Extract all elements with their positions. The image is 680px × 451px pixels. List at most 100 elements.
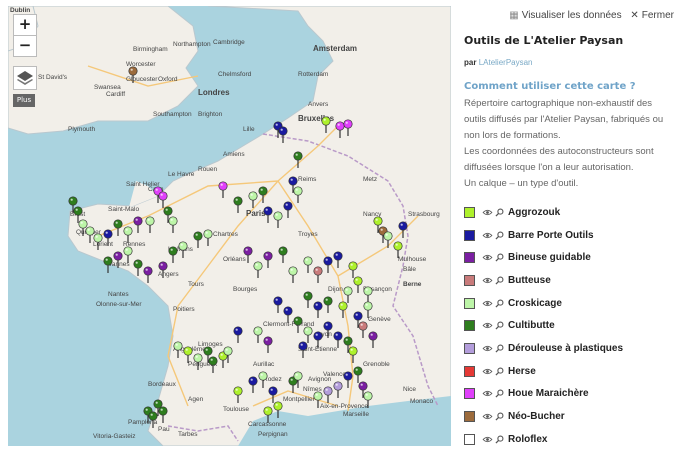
map-label: Swansea [94,84,121,91]
map-view[interactable]: Dublin St David's Swansea Cardiff Birmingham… [8,6,451,446]
eye-icon[interactable] [482,345,493,352]
zoom-to-layer-icon[interactable] [495,435,504,444]
map-label: Amiens [223,151,245,158]
map-label: Poitiers [173,306,195,313]
zoom-to-layer-icon[interactable] [495,412,504,421]
zoom-to-layer-icon[interactable] [495,253,504,262]
map-label: Avignon [308,376,332,383]
map-label: Grenoble [363,361,390,368]
map-label: Saint Helier [126,181,160,188]
author-link[interactable]: LAtelierPaysan [479,58,533,67]
legend-swatch [464,342,475,354]
byline: par LAtelierPaysan [464,58,533,67]
legend-swatch [464,252,475,264]
layers-icon [17,71,33,85]
map-label: Aurillac [253,361,275,368]
legend-item[interactable]: Houe Maraichère [464,383,678,406]
eye-icon[interactable] [482,322,493,329]
legend-label: Butteuse [508,274,551,286]
map-label: Carcassonne [248,421,287,428]
map-label: Southampton [153,111,192,118]
legend-label: Barre Porte Outils [508,229,594,241]
eye-icon[interactable] [482,209,493,216]
map-label: Nice [403,386,416,393]
table-icon: ▦ [509,10,519,21]
legend-swatch [464,365,475,377]
map-label: Gloucester [126,76,158,83]
zoom-out-button[interactable]: − [13,35,37,57]
map-label: Lille [243,126,255,133]
legend-label: Roloflex [508,433,548,445]
legend-item[interactable]: Néo-Bucher [464,405,678,428]
map-label: Monaco [410,398,434,405]
map-label: Aix-en-Provence [320,403,368,410]
legend-item[interactable]: Bineuse guidable [464,246,678,269]
map-label: Nantes [108,291,129,298]
map-label: Agen [188,396,204,403]
legend-label: Herse [508,365,536,377]
eye-icon[interactable] [482,436,493,443]
legend-item[interactable]: Butteuse [464,269,678,292]
map-label: Mulhouse [398,256,427,263]
map-label: Oxford [158,76,178,83]
map-title: Outils de L'Atelier Paysan [464,34,624,47]
map-label: Paris [246,209,266,218]
zoom-to-layer-icon[interactable] [495,208,504,217]
eye-icon[interactable] [482,413,493,420]
legend-swatch [464,411,475,423]
map-label: Tours [188,281,205,288]
legend-item[interactable]: Herse [464,360,678,383]
legend-item[interactable]: Barre Porte Outils [464,224,678,247]
legend-swatch [464,206,475,218]
map-label: Cambridge [213,39,245,46]
legend-label: Cultibutte [508,320,555,332]
zoom-to-layer-icon[interactable] [495,344,504,353]
map-canvas[interactable]: Dublin St David's SwanseaCardiff Birmingham… [8,6,451,446]
legend-item[interactable]: Dérouleuse à plastiques [464,337,678,360]
map-label: Rouen [198,166,218,173]
map-label: Chartres [213,231,239,238]
eye-icon[interactable] [482,368,493,375]
legend-swatch [464,320,475,332]
zoom-to-layer-icon[interactable] [495,231,504,240]
legend-item[interactable]: Roloflex [464,428,678,451]
map-label: Chelmsford [218,71,252,78]
legend-label: Houe Maraichère [508,388,589,400]
view-data-link[interactable]: ▦ Visualiser les données [509,10,621,21]
eye-icon[interactable] [482,232,493,239]
map-label: Genève [368,316,391,323]
legend-item[interactable]: Aggrozouk [464,201,678,224]
close-link[interactable]: ✕ Fermer [630,10,674,21]
legend-label: Néo-Bucher [508,411,565,423]
map-label: Worcester [126,61,156,68]
legend-item[interactable]: Croskicage [464,292,678,315]
map-label: St David's [38,74,68,81]
map-label: Perpignan [258,431,288,438]
map-label: Dublin [10,7,30,14]
eye-icon[interactable] [482,300,493,307]
legend-swatch [464,297,475,309]
legend-swatch [464,433,475,445]
zoom-to-layer-icon[interactable] [495,389,504,398]
map-label: Dijon [328,286,343,293]
map-label: Londres [198,88,230,97]
legend-label: Croskicage [508,297,562,309]
zoom-to-layer-icon[interactable] [495,299,504,308]
zoom-to-layer-icon[interactable] [495,321,504,330]
eye-icon[interactable] [482,254,493,261]
side-panel: ▦ Visualiser les données ✕ Fermer Outils d… [458,0,680,450]
zoom-in-button[interactable]: + [13,14,37,36]
eye-icon[interactable] [482,390,493,397]
eye-icon[interactable] [482,277,493,284]
legend-item[interactable]: Cultibutte [464,314,678,337]
map-label: Metz [363,176,377,183]
map-label: Berne [403,281,422,288]
map-label: Toulouse [223,406,249,413]
layers-button[interactable] [13,66,37,90]
more-button[interactable]: Plus [13,94,35,107]
zoom-to-layer-icon[interactable] [495,367,504,376]
description: Répertoire cartographique non-exhaustif … [464,98,664,189]
howto-heading: Comment utiliser cette carte ? [464,81,636,92]
zoom-to-layer-icon[interactable] [495,276,504,285]
map-label: Olonne-sur-Mer [96,301,142,308]
